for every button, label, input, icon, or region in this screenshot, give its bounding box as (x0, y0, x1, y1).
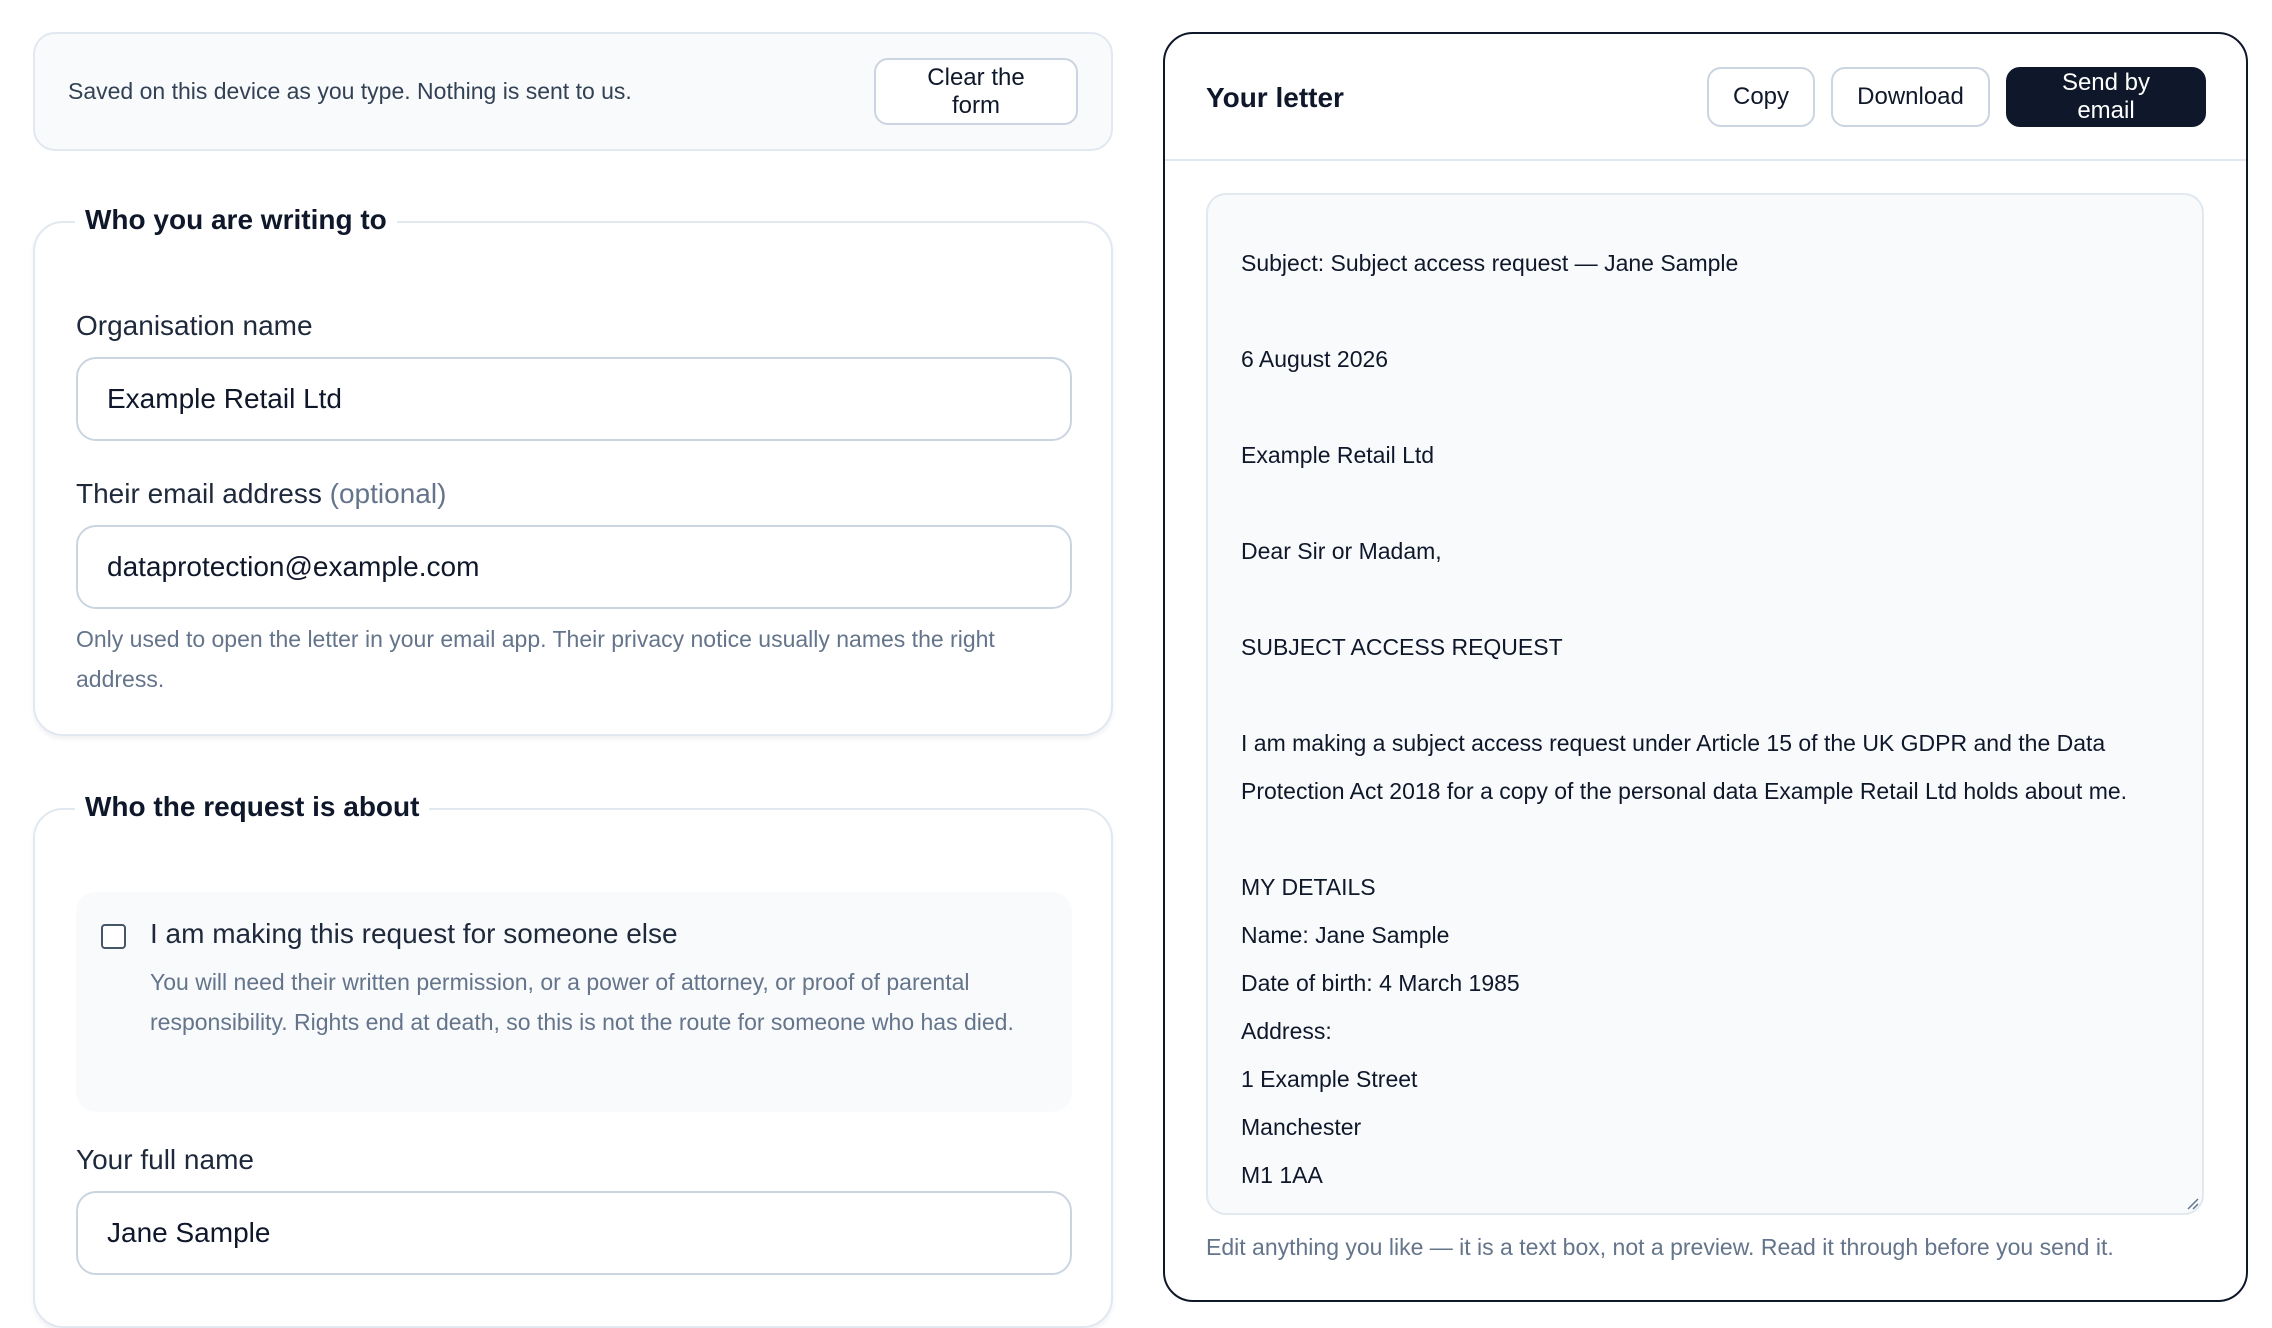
subject-section: Who the request is about I am making thi… (33, 791, 1113, 1328)
letter-line: Address: (1241, 1018, 1332, 1044)
letter-line (1241, 815, 2181, 863)
clear-form-button[interactable]: Clear the form (874, 58, 1078, 125)
full-name-input[interactable]: Jane Sample (76, 1191, 1072, 1275)
org-email-input[interactable]: dataprotection@example.com (76, 525, 1072, 609)
letter-line (1241, 383, 2181, 431)
letter-line: 6 August 2026 (1241, 346, 1389, 372)
subject-legend: Who the request is about (75, 791, 430, 823)
letter-line (1241, 575, 2181, 623)
org-email-hint: Only used to open the letter in your ema… (76, 626, 995, 692)
autosave-bar: Saved on this device as you type. Nothin… (33, 32, 1113, 151)
letter-line (1241, 479, 2181, 527)
send-email-button[interactable]: Send by email (2006, 67, 2206, 127)
letter-line: Email: jane.sample@example.com (1241, 1199, 2181, 1213)
org-name-input[interactable]: Example Retail Ltd (76, 357, 1072, 441)
someone-else-checkbox[interactable] (101, 924, 126, 949)
letter-header: Your letter Copy Download Send by email (1165, 34, 2246, 161)
letter-footer-note: Edit anything you like — it is a text bo… (1206, 1234, 2114, 1260)
recipient-section: Who you are writing to Organisation name… (33, 204, 1113, 736)
form-column: Saved on this device as you type. Nothin… (33, 0, 1113, 1328)
letter-line: Dear Sir or Madam, (1241, 538, 1442, 564)
letter-line (1241, 671, 2181, 719)
letter-content: Subject: Subject access request — Jane S… (1241, 239, 2181, 1213)
someone-else-hint: You will need their written permission, … (150, 969, 1014, 1035)
recipient-legend: Who you are writing to (75, 204, 397, 236)
letter-title: Your letter (1206, 82, 1344, 113)
letter-line: Example Retail Ltd (1241, 442, 1435, 468)
letter-line: Name: Jane Sample (1241, 922, 1450, 948)
letter-line: 1 Example Street (1241, 1066, 1418, 1092)
full-name-label: Your full name (76, 1144, 254, 1175)
org-name-label: Organisation name (76, 310, 313, 341)
copy-button[interactable]: Copy (1707, 67, 1815, 127)
letter-line: Manchester (1241, 1114, 1362, 1140)
letter-line: Subject: Subject access request — Jane S… (1241, 250, 1739, 276)
letter-line: MY DETAILS (1241, 874, 1376, 900)
letter-line (1241, 287, 2181, 335)
letter-line: I am making a subject access request und… (1241, 730, 2106, 756)
resize-grip-icon[interactable] (2185, 1196, 2199, 1210)
letter-textarea[interactable]: Subject: Subject access request — Jane S… (1206, 193, 2204, 1215)
letter-line: Date of birth: 4 March 1985 (1241, 970, 1520, 996)
letter-line: Protection Act 2018 for a copy of the pe… (1241, 778, 2128, 804)
optional-tag: (optional) (329, 478, 447, 509)
someone-else-label[interactable]: I am making this request for someone els… (150, 918, 678, 950)
autosave-message: Saved on this device as you type. Nothin… (68, 78, 632, 104)
letter-actions: Copy Download Send by email (1707, 67, 2206, 127)
letter-line: SUBJECT ACCESS REQUEST (1241, 634, 1563, 660)
org-email-label: Their email address (optional) (76, 478, 447, 509)
download-button[interactable]: Download (1831, 67, 1990, 127)
letter-line: M1 1AA (1241, 1162, 1323, 1188)
someone-else-panel: I am making this request for someone els… (76, 892, 1072, 1112)
letter-panel: Your letter Copy Download Send by email … (1163, 32, 2248, 1302)
